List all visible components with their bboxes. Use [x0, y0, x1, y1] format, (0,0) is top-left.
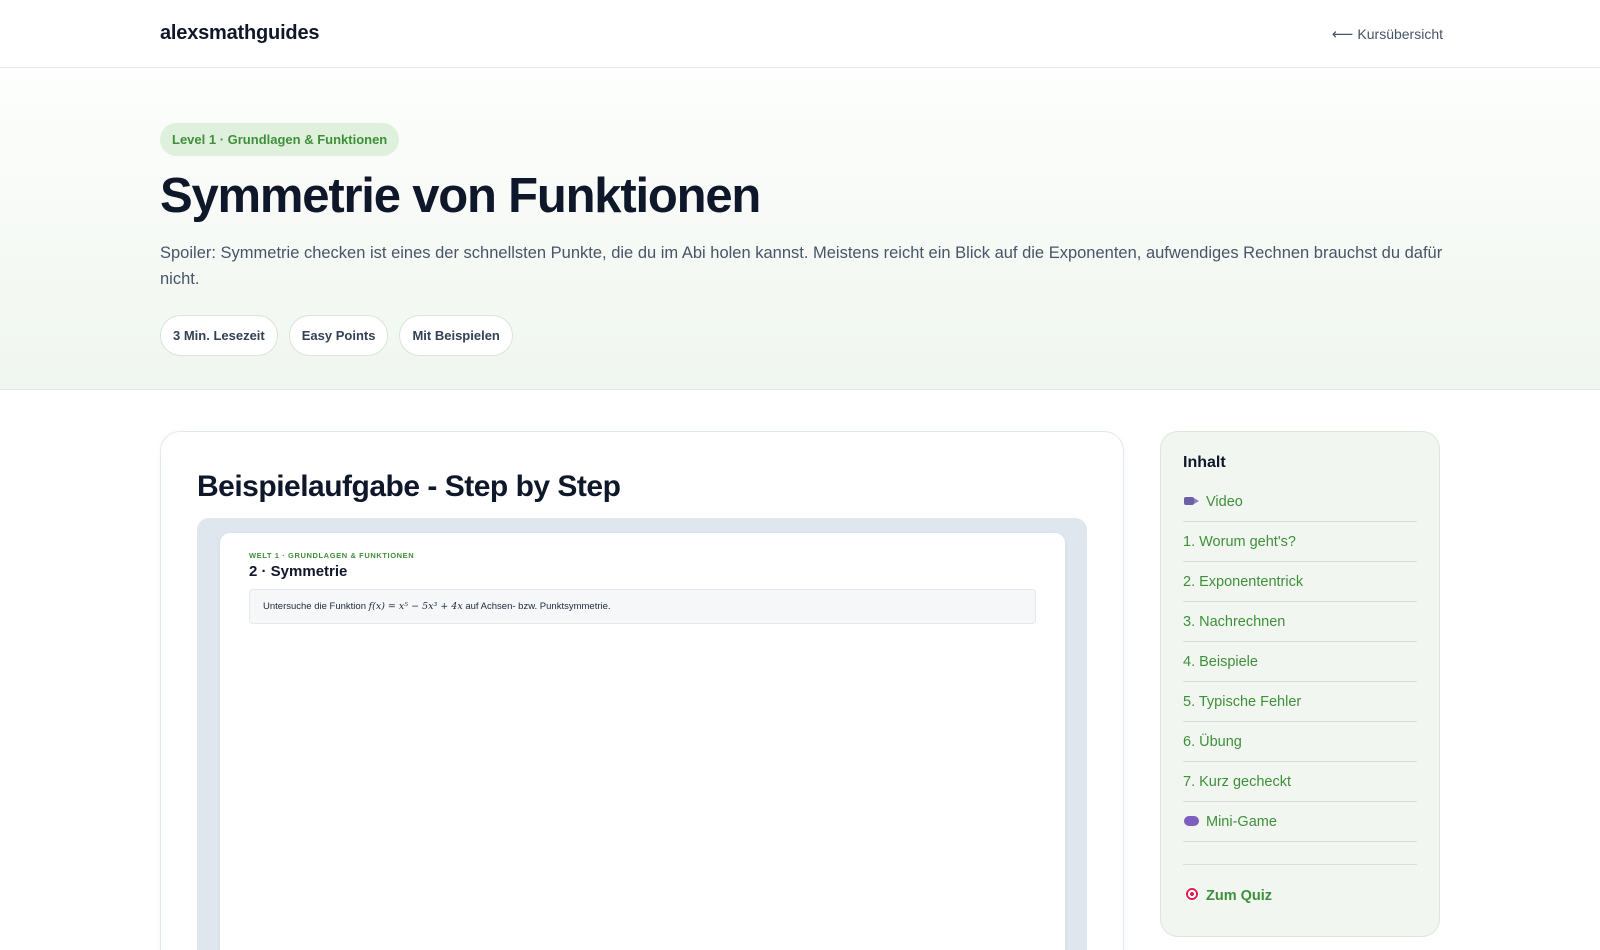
toc-item-video[interactable]: Video: [1183, 482, 1417, 522]
slide-kicker: WELT 1 · GRUNDLAGEN & FUNKTIONEN: [249, 551, 415, 560]
course-overview-label: Kursübersicht: [1357, 25, 1443, 42]
level-badge: Level 1 · Grundlagen & Funktionen: [160, 123, 400, 156]
toc-heading: Inhalt: [1183, 454, 1226, 471]
toc-item-nachrechnen[interactable]: 3. Nachrechnen: [1183, 602, 1417, 642]
slide-task-box: Untersuche die Funktion f(x) = x⁵ − 5x³ …: [249, 589, 1036, 624]
main-content: Beispielaufgabe - Step by Step WELT 1 · …: [0, 390, 1600, 950]
arrow-left-icon: ⟵: [1331, 25, 1354, 43]
quiz-link[interactable]: Zum Quiz: [1183, 864, 1417, 904]
top-navigation: alexsmathguides ⟵ Kursübersicht: [0, 0, 1600, 68]
site-logo[interactable]: alexsmathguides: [160, 22, 319, 45]
game-controller-icon: [1183, 814, 1200, 829]
toc-item-mini-game[interactable]: Mini-Game: [1183, 802, 1417, 842]
examples-pill: Mit Beispielen: [399, 314, 513, 356]
task-suffix: auf Achsen- bzw. Punktsymmetrie.: [465, 601, 611, 612]
toc-item-uebung[interactable]: 6. Übung: [1183, 722, 1417, 762]
article-card: Beispielaufgabe - Step by Step WELT 1 · …: [160, 431, 1124, 950]
page-description: Spoiler: Symmetrie checken ist eines der…: [160, 243, 1443, 288]
table-of-contents: Inhalt Video 1. Worum geht's? 2. Exponen…: [1160, 431, 1440, 937]
task-prefix: Untersuche die Funktion: [263, 601, 366, 612]
reading-time-pill: 3 Min. Lesezeit: [160, 314, 278, 356]
section-title: Beispielaufgabe - Step by Step: [197, 470, 621, 503]
task-formula: f(x) = x⁵ − 5x³ + 4x: [368, 601, 463, 612]
toc-item-exponententrick[interactable]: 2. Exponententrick: [1183, 562, 1417, 602]
quiz-label: Zum Quiz: [1206, 887, 1273, 904]
hero-section: Level 1 · Grundlagen & Funktionen Symmet…: [0, 68, 1600, 390]
toc-item-beispiele[interactable]: 4. Beispiele: [1183, 642, 1417, 682]
toc-item-label: Mini-Game: [1206, 813, 1277, 830]
toc-item-typische-fehler[interactable]: 5. Typische Fehler: [1183, 682, 1417, 722]
page-title: Symmetrie von Funktionen: [160, 169, 761, 223]
target-icon: [1183, 887, 1200, 904]
course-overview-link[interactable]: ⟵ Kursübersicht: [1332, 25, 1443, 43]
video-player[interactable]: WELT 1 · GRUNDLAGEN & FUNKTIONEN 2 · Sym…: [197, 518, 1087, 950]
video-slide: WELT 1 · GRUNDLAGEN & FUNKTIONEN 2 · Sym…: [220, 533, 1065, 950]
video-camera-icon: [1183, 494, 1200, 509]
toc-item-label: Video: [1206, 493, 1243, 510]
meta-pill-row: 3 Min. Lesezeit Easy Points Mit Beispiel…: [160, 314, 1443, 356]
toc-item-kurz-gecheckt[interactable]: 7. Kurz gecheckt: [1183, 762, 1417, 802]
slide-title: 2 · Symmetrie: [249, 563, 348, 580]
toc-item-worum[interactable]: 1. Worum geht's?: [1183, 522, 1417, 562]
easy-points-pill: Easy Points: [288, 314, 389, 356]
